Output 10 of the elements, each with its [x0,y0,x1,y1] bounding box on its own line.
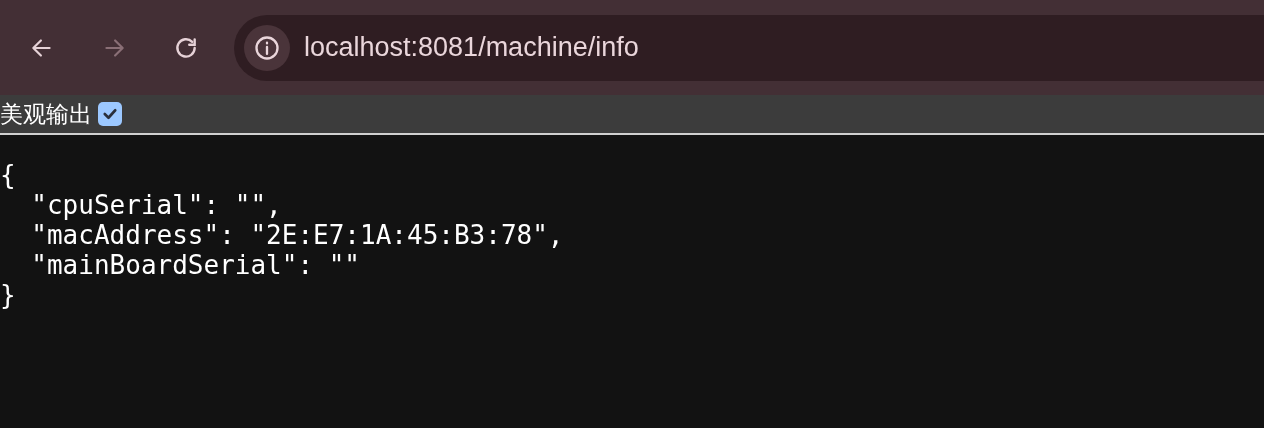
json-line: "mainBoardSerial": "" [30,250,361,280]
address-bar[interactable]: localhost:8081/machine/info [234,14,1264,81]
json-line: "cpuSerial": "", [30,190,282,220]
json-line: { [0,160,16,190]
pretty-print-checkbox[interactable] [98,102,122,126]
pretty-print-label: 美观输出 [0,99,92,129]
url-text: localhost:8081/machine/info [304,31,639,65]
json-line: "macAddress": "2E:E7:1A:45:B3:78", [30,220,564,250]
json-line: } [0,280,16,310]
info-icon[interactable] [244,24,290,71]
